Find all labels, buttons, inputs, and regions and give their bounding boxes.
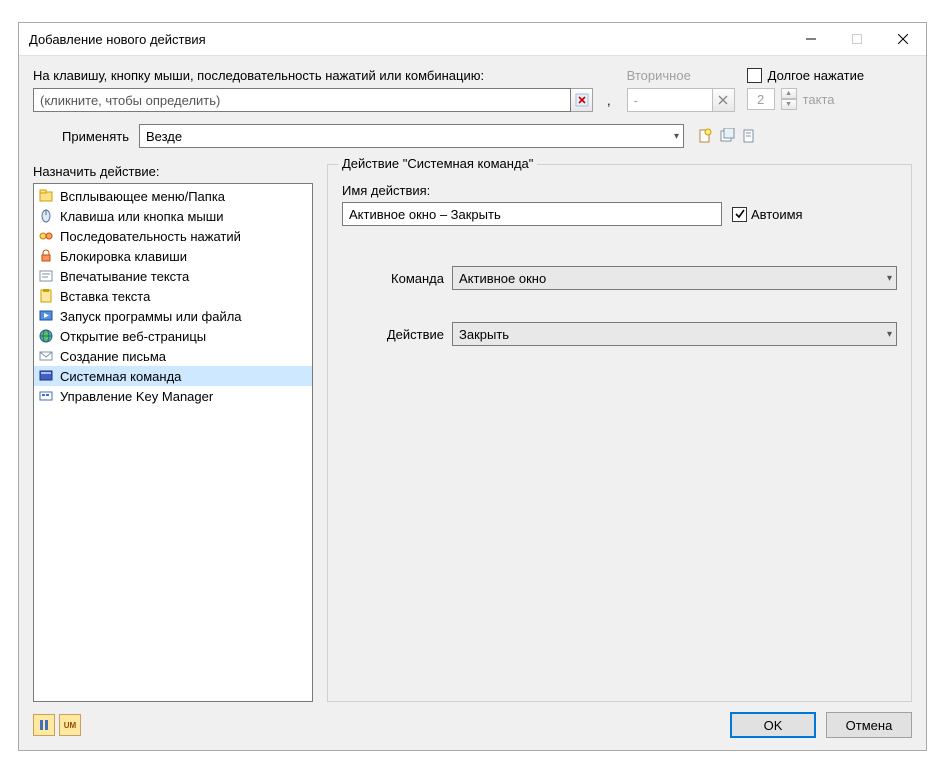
- delay-spinner-buttons: ▲ ▼: [781, 88, 797, 110]
- list-item-label: Клавиша или кнопка мыши: [60, 209, 223, 224]
- chevron-down-icon: ▾: [887, 273, 892, 284]
- dialog-window: Добавление нового действия На клавишу, к…: [18, 22, 927, 751]
- actions-pane: Назначить действие: Всплывающее меню/Пап…: [33, 164, 313, 702]
- command-label: Команда: [342, 271, 452, 286]
- action-name-label: Имя действия:: [342, 183, 897, 198]
- command-select-value: Активное окно: [459, 271, 546, 286]
- apply-select[interactable]: Везде ▾: [139, 124, 684, 148]
- separator-comma: ,: [603, 93, 617, 108]
- mail-icon: [38, 348, 54, 364]
- list-item[interactable]: Клавиша или кнопка мыши: [34, 206, 312, 226]
- list-item[interactable]: Последовательность нажатий: [34, 226, 312, 246]
- ok-button[interactable]: OK: [730, 712, 816, 738]
- secondary-label: Вторичное: [627, 68, 737, 83]
- chevron-down-icon: ▾: [674, 131, 679, 142]
- hotkey-block: На клавишу, кнопку мыши, последовательно…: [33, 68, 593, 112]
- hotkey-clear-button[interactable]: [571, 88, 593, 112]
- minimize-button[interactable]: [788, 23, 834, 55]
- cancel-button[interactable]: Отмена: [826, 712, 912, 738]
- list-item-label: Создание письма: [60, 349, 166, 364]
- syscmd-icon: [38, 368, 54, 384]
- titlebar: Добавление нового действия: [19, 23, 926, 55]
- secondary-input: [627, 88, 713, 112]
- list-item[interactable]: Вставка текста: [34, 286, 312, 306]
- actions-label: Назначить действие:: [33, 164, 313, 179]
- list-item-label: Блокировка клавиши: [60, 249, 187, 264]
- apply-tool-copy-icon[interactable]: [740, 127, 758, 145]
- pause-icon[interactable]: [33, 714, 55, 736]
- action-name-input[interactable]: [342, 202, 722, 226]
- secondary-clear-button: [713, 88, 735, 112]
- list-item[interactable]: Всплывающее меню/Папка: [34, 186, 312, 206]
- list-item-label: Последовательность нажатий: [60, 229, 241, 244]
- sequence-icon: [38, 228, 54, 244]
- apply-label: Применять: [33, 129, 133, 144]
- list-item[interactable]: Блокировка клавиши: [34, 246, 312, 266]
- action-list[interactable]: Всплывающее меню/Папка Клавиша или кнопка…: [33, 183, 313, 702]
- list-item-label: Управление Key Manager: [60, 389, 213, 404]
- folder-icon: [38, 188, 54, 204]
- apply-toolbar: [696, 127, 758, 145]
- delay-unit-label: такта: [803, 92, 835, 107]
- chevron-down-icon: ▾: [887, 329, 892, 340]
- delay-spin-up: ▲: [781, 88, 797, 99]
- lock-icon: [38, 248, 54, 264]
- body-split: Назначить действие: Всплывающее меню/Пап…: [33, 164, 912, 702]
- delay-spin-down: ▼: [781, 99, 797, 110]
- longpress-label: Долгое нажатие: [768, 68, 865, 83]
- list-item[interactable]: Управление Key Manager: [34, 386, 312, 406]
- web-icon: [38, 328, 54, 344]
- close-button[interactable]: [880, 23, 926, 55]
- list-item[interactable]: Создание письма: [34, 346, 312, 366]
- action-param-label: Действие: [342, 327, 452, 342]
- groupbox-title: Действие "Системная команда": [338, 156, 537, 171]
- details-pane: Действие "Системная команда" Имя действи…: [327, 164, 912, 702]
- apply-row: Применять Везде ▾: [33, 124, 912, 148]
- autoname-checkbox[interactable]: [732, 207, 747, 222]
- list-item-label: Открытие веб-страницы: [60, 329, 206, 344]
- hotkey-input[interactable]: [33, 88, 571, 112]
- list-item-label: Всплывающее меню/Папка: [60, 189, 225, 204]
- list-item-label: Впечатывание текста: [60, 269, 189, 284]
- window-title: Добавление нового действия: [29, 32, 788, 47]
- longpress-checkbox[interactable]: [747, 68, 762, 83]
- run-icon: [38, 308, 54, 324]
- list-item[interactable]: Системная команда: [34, 366, 312, 386]
- mouse-icon: [38, 208, 54, 224]
- action-groupbox: Действие "Системная команда" Имя действи…: [327, 164, 912, 702]
- longpress-block: Долгое нажатие 2 ▲ ▼ такта: [747, 68, 912, 110]
- list-item-label: Запуск программы или файла: [60, 309, 242, 324]
- bottom-bar: UM OK Отмена: [33, 712, 912, 738]
- delay-spinner: 2: [747, 88, 775, 110]
- client-area: На клавишу, кнопку мыши, последовательно…: [19, 55, 926, 750]
- list-item[interactable]: Открытие веб-страницы: [34, 326, 312, 346]
- kmgr-icon: [38, 388, 54, 404]
- hotkey-label: На клавишу, кнопку мыши, последовательно…: [33, 68, 593, 83]
- um-icon[interactable]: UM: [59, 714, 81, 736]
- type-icon: [38, 268, 54, 284]
- apply-select-value: Везде: [146, 129, 182, 144]
- list-item-label: Вставка текста: [60, 289, 150, 304]
- list-item[interactable]: Запуск программы или файла: [34, 306, 312, 326]
- command-select[interactable]: Активное окно ▾: [452, 266, 897, 290]
- paste-icon: [38, 288, 54, 304]
- action-param-select[interactable]: Закрыть ▾: [452, 322, 897, 346]
- list-item[interactable]: Впечатывание текста: [34, 266, 312, 286]
- hotkey-row: На клавишу, кнопку мыши, последовательно…: [33, 68, 912, 112]
- apply-tool-edit-icon[interactable]: [718, 127, 736, 145]
- maximize-button[interactable]: [834, 23, 880, 55]
- action-param-value: Закрыть: [459, 327, 509, 342]
- apply-tool-new-icon[interactable]: [696, 127, 714, 145]
- autoname-label: Автоимя: [751, 207, 803, 222]
- list-item-label: Системная команда: [60, 369, 181, 384]
- secondary-block: Вторичное: [627, 68, 737, 112]
